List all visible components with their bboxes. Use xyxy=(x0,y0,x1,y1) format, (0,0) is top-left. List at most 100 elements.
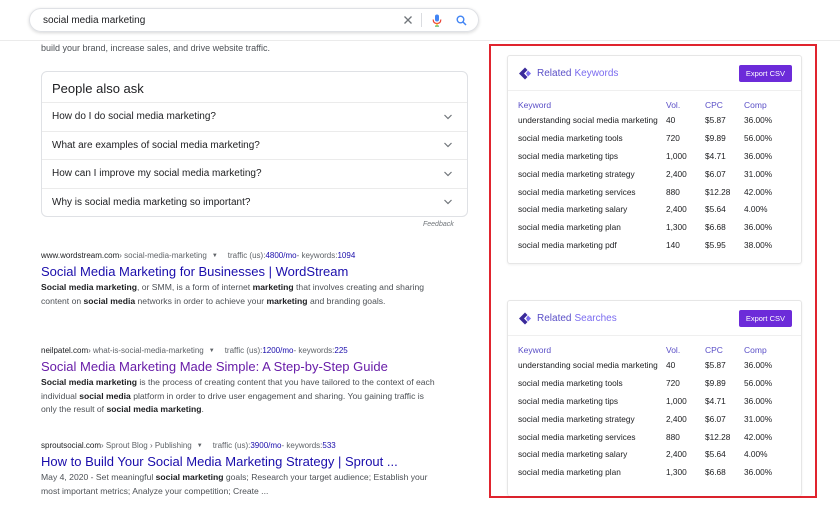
column-header-cpc: CPC xyxy=(705,100,723,110)
cpc-cell: $6.68 xyxy=(705,467,726,478)
column-header-keyword: Keyword xyxy=(518,100,552,110)
table-row[interactable]: social media marketing services 880 $12.28… xyxy=(508,428,801,446)
cpc-cell: $9.89 xyxy=(705,133,726,144)
volume-cell: 720 xyxy=(666,133,680,144)
feedback-link[interactable]: Feedback xyxy=(423,221,454,228)
paa-question[interactable]: What are examples of social media market… xyxy=(42,130,467,160)
comp-cell: 31.00% xyxy=(744,413,773,424)
related-keywords-panel: Related Keywords Export CSV Keyword Vol.… xyxy=(507,55,802,265)
result-path: › what-is-social-media-marketing xyxy=(88,346,204,355)
table-row[interactable]: social media marketing salary 2,400 $5.64 4… xyxy=(508,201,801,219)
keywords-everywhere-logo-icon xyxy=(519,67,531,79)
cpc-cell: $4.71 xyxy=(705,150,726,161)
result-path: › Sprout Blog › Publishing xyxy=(101,441,192,450)
comp-cell: 36.00% xyxy=(744,222,773,233)
volume-cell: 720 xyxy=(666,378,680,389)
result-url[interactable]: neilpatel.com › what-is-social-media-mar… xyxy=(41,346,436,355)
comp-cell: 36.00% xyxy=(744,467,773,478)
keyword-cell: understanding social media marketing xyxy=(518,360,658,371)
table-row[interactable]: social media marketing tips 1,000 $4.71 36.… xyxy=(508,148,801,166)
paa-title: People also ask xyxy=(52,81,144,96)
comp-cell: 56.00% xyxy=(744,378,773,389)
comp-cell: 36.00% xyxy=(744,150,773,161)
comp-cell: 36.00% xyxy=(744,360,773,371)
keyword-cell: understanding social media marketing xyxy=(518,115,658,126)
paa-question[interactable]: How do I do social media marketing? xyxy=(42,102,467,131)
comp-cell: 4.00% xyxy=(744,204,768,215)
cpc-cell: $9.89 xyxy=(705,378,726,389)
keyword-cell: social media marketing plan xyxy=(518,467,621,478)
keywords-label: - keywords: xyxy=(281,441,323,450)
chevron-down-icon xyxy=(444,114,452,120)
result-url[interactable]: sproutsocial.com › Sprout Blog › Publish… xyxy=(41,441,436,450)
volume-cell: 1,300 xyxy=(666,467,687,478)
table-row[interactable]: social media marketing salary 2,400 $5.64 4… xyxy=(508,446,801,464)
cpc-cell: $12.28 xyxy=(705,186,731,197)
export-csv-button[interactable]: Export CSV xyxy=(738,64,792,82)
search-result: sproutsocial.com › Sprout Blog › Publish… xyxy=(41,441,436,498)
table-row[interactable]: social media marketing services 880 $12.28… xyxy=(508,183,801,201)
result-domain: sproutsocial.com xyxy=(41,441,102,450)
caret-down-icon[interactable]: ▼ xyxy=(212,253,218,259)
search-icon[interactable] xyxy=(452,11,470,29)
paa-question-text: How can I improve my social media market… xyxy=(52,168,262,180)
traffic-value: 4800/mo xyxy=(265,251,297,260)
mic-icon[interactable] xyxy=(428,11,446,29)
close-icon[interactable] xyxy=(399,11,417,29)
comp-cell: 42.00% xyxy=(744,186,773,197)
result-title[interactable]: Social Media Marketing for Businesses | … xyxy=(41,264,436,279)
keywords-value: 533 xyxy=(322,441,336,450)
result-description: Social media marketing is the process of… xyxy=(41,377,435,414)
cpc-cell: $4.71 xyxy=(705,395,726,406)
chevron-down-icon xyxy=(444,142,452,148)
result-title[interactable]: Social Media Marketing Made Simple: A St… xyxy=(41,359,436,374)
search-input[interactable] xyxy=(43,14,393,26)
table-row[interactable]: social media marketing tips 1,000 $4.71 36.… xyxy=(508,393,801,411)
snippet-text: build your brand, increase sales, and dr… xyxy=(41,43,270,53)
result-domain: neilpatel.com xyxy=(41,346,89,355)
table-row[interactable]: social media marketing plan 1,300 $6.68 36.… xyxy=(508,219,801,237)
related-searches-panel: Related Searches Export CSV Keyword Vol.… xyxy=(507,300,802,496)
search-divider xyxy=(421,13,422,27)
search-result: neilpatel.com › what-is-social-media-mar… xyxy=(41,346,436,417)
table-row[interactable]: social media marketing strategy 2,400 $6.0… xyxy=(508,165,801,183)
result-domain: www.wordstream.com xyxy=(41,251,120,260)
table-row[interactable]: social media marketing strategy 2,400 $6.0… xyxy=(508,410,801,428)
traffic-value: 1200/mo xyxy=(262,346,294,355)
table-row[interactable]: social media marketing tools 720 $9.89 56.0… xyxy=(508,130,801,148)
result-url[interactable]: www.wordstream.com › social-media-market… xyxy=(41,251,436,260)
result-title[interactable]: How to Build Your Social Media Marketing… xyxy=(41,454,436,469)
volume-cell: 2,400 xyxy=(666,204,687,215)
caret-down-icon[interactable]: ▼ xyxy=(197,443,203,449)
caret-down-icon[interactable]: ▼ xyxy=(209,348,215,354)
paa-question-text: How do I do social media marketing? xyxy=(52,111,216,123)
table-row[interactable]: social media marketing tools 720 $9.89 56.0… xyxy=(508,375,801,393)
cpc-cell: $5.87 xyxy=(705,115,726,126)
comp-cell: 4.00% xyxy=(744,449,768,460)
keyword-cell: social media marketing strategy xyxy=(518,413,635,424)
paa-question[interactable]: How can I improve my social media market… xyxy=(42,159,467,188)
keyword-cell: social media marketing tips xyxy=(518,395,619,406)
keywords-label: - keywords: xyxy=(296,251,338,260)
cpc-cell: $6.68 xyxy=(705,222,726,233)
table-row[interactable]: understanding social media marketing 40 $5… xyxy=(508,112,801,130)
keywords-everywhere-logo-icon xyxy=(519,312,531,324)
export-csv-button[interactable]: Export CSV xyxy=(738,309,792,327)
keyword-cell: social media marketing services xyxy=(518,431,636,442)
table-row[interactable]: social media marketing plan 1,300 $6.68 36.… xyxy=(508,464,801,482)
table-row[interactable]: social media marketing pdf 140 $5.95 38.00% xyxy=(508,237,801,255)
keyword-cell: social media marketing salary xyxy=(518,204,628,215)
table-row[interactable]: understanding social media marketing 40 $5… xyxy=(508,357,801,375)
keywords-label: - keywords: xyxy=(293,346,335,355)
keywords-value: 1094 xyxy=(337,251,356,260)
volume-cell: 40 xyxy=(666,115,676,126)
keyword-cell: social media marketing salary xyxy=(518,449,628,460)
paa-question[interactable]: Why is social media marketing so importa… xyxy=(42,187,467,217)
volume-cell: 880 xyxy=(666,431,680,442)
comp-cell: 42.00% xyxy=(744,431,773,442)
volume-cell: 2,400 xyxy=(666,449,687,460)
column-header-cpc: CPC xyxy=(705,345,723,355)
volume-cell: 1,000 xyxy=(666,150,687,161)
comp-cell: 38.00% xyxy=(744,239,773,250)
volume-cell: 880 xyxy=(666,186,680,197)
